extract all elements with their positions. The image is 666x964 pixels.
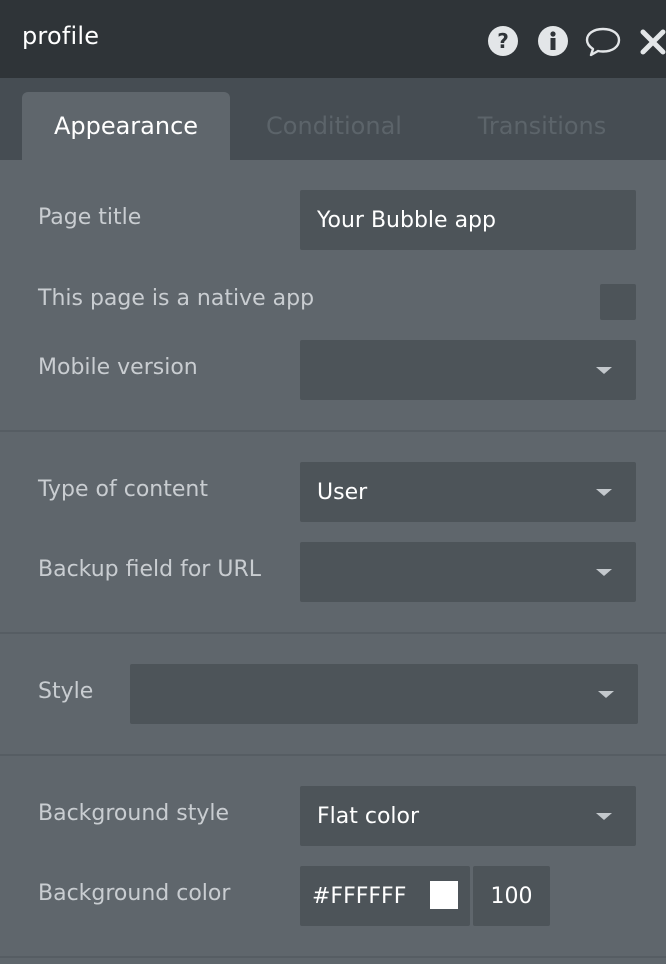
page-title-value: Your Bubble app bbox=[317, 207, 496, 233]
panel-title: profile bbox=[22, 22, 100, 50]
type-of-content-value: User bbox=[317, 479, 368, 505]
chevron-down-icon bbox=[596, 489, 612, 496]
backup-field-dropdown[interactable] bbox=[300, 542, 636, 602]
tab-conditional[interactable]: Conditional bbox=[248, 92, 420, 160]
color-swatch[interactable] bbox=[430, 881, 458, 909]
native-app-checkbox[interactable] bbox=[600, 284, 636, 320]
background-opacity-input[interactable]: 100 bbox=[473, 866, 550, 926]
section-divider bbox=[0, 956, 666, 958]
title-bar: profile ? bbox=[0, 0, 666, 78]
comment-icon[interactable] bbox=[584, 24, 622, 58]
style-dropdown[interactable] bbox=[130, 664, 638, 724]
background-style-label: Background style bbox=[38, 801, 229, 826]
info-circle-icon[interactable] bbox=[536, 24, 570, 58]
background-color-input[interactable]: #FFFFFF bbox=[300, 866, 470, 926]
page-title-label: Page title bbox=[38, 205, 142, 230]
section-divider bbox=[0, 632, 666, 634]
tab-bar: Appearance Conditional Transitions bbox=[0, 78, 666, 160]
type-of-content-dropdown[interactable]: User bbox=[300, 462, 636, 522]
chevron-down-icon bbox=[598, 691, 614, 698]
chevron-down-icon bbox=[596, 569, 612, 576]
section-divider bbox=[0, 430, 666, 432]
type-of-content-label: Type of content bbox=[38, 477, 208, 502]
background-color-label: Background color bbox=[38, 881, 231, 906]
question-circle-icon[interactable]: ? bbox=[486, 24, 520, 58]
page-title-input[interactable]: Your Bubble app bbox=[300, 190, 636, 250]
native-app-label: This page is a native app bbox=[38, 286, 315, 311]
style-label: Style bbox=[38, 679, 94, 704]
backup-field-label: Backup field for URL bbox=[38, 557, 261, 582]
background-style-value: Flat color bbox=[317, 803, 420, 829]
close-icon[interactable] bbox=[640, 24, 666, 58]
chevron-down-icon bbox=[596, 367, 612, 374]
tab-transitions[interactable]: Transitions bbox=[458, 92, 626, 160]
background-style-dropdown[interactable]: Flat color bbox=[300, 786, 636, 846]
chevron-down-icon bbox=[596, 813, 612, 820]
mobile-version-dropdown[interactable] bbox=[300, 340, 636, 400]
background-opacity-value: 100 bbox=[490, 883, 533, 909]
svg-text:?: ? bbox=[497, 29, 509, 53]
tab-appearance[interactable]: Appearance bbox=[22, 92, 230, 160]
section-divider bbox=[0, 754, 666, 756]
background-color-hex: #FFFFFF bbox=[312, 883, 407, 909]
mobile-version-label: Mobile version bbox=[38, 355, 198, 380]
